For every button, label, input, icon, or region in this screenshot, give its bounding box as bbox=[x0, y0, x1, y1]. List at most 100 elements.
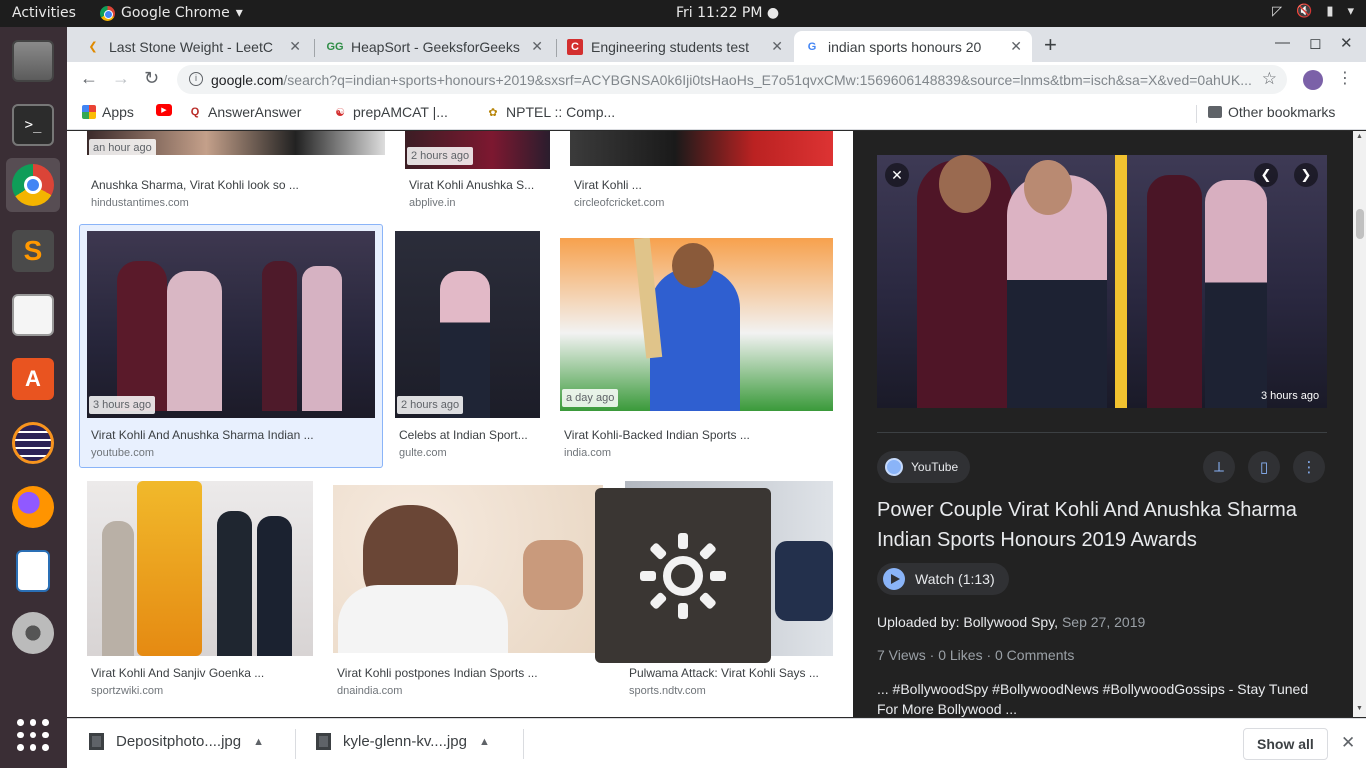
result-domain: circleofcricket.com bbox=[574, 197, 665, 209]
launcher-firefox[interactable] bbox=[6, 480, 60, 534]
chrome-icon bbox=[12, 164, 54, 206]
launcher-software-center[interactable]: A bbox=[6, 352, 60, 406]
bookmark-label: prepAMCAT |... bbox=[353, 104, 448, 120]
preview-image[interactable] bbox=[877, 155, 1327, 408]
geeksforgeeks-icon: GG bbox=[326, 40, 344, 53]
download-shelf: Depositphoto....jpg ▲ kyle-glenn-kv....j… bbox=[67, 718, 1366, 768]
activities-button[interactable]: Activities bbox=[12, 5, 76, 21]
result-caption[interactable]: Virat Kohli Anushka S... bbox=[409, 178, 534, 192]
bookmark-apps[interactable]: Apps bbox=[82, 104, 134, 120]
result-domain: dnaindia.com bbox=[337, 685, 403, 697]
result-caption[interactable]: Anushka Sharma, Virat Kohli look so ... bbox=[91, 178, 299, 192]
result-domain: abplive.in bbox=[409, 197, 456, 209]
launcher-show-apps[interactable] bbox=[6, 708, 60, 762]
bookmark-youtube[interactable]: ▶ bbox=[156, 104, 172, 116]
bookmark-nptel[interactable]: ✿ NPTEL :: Comp... bbox=[486, 104, 615, 120]
launcher-sublime[interactable]: S bbox=[6, 224, 60, 278]
share-button[interactable]: ⟂ bbox=[1203, 451, 1235, 483]
download-filename: Depositphoto....jpg bbox=[116, 733, 242, 750]
forward-button[interactable]: → bbox=[112, 68, 130, 89]
result-caption[interactable]: Virat Kohli And Sanjiv Goenka ... bbox=[91, 666, 264, 680]
minimize-button[interactable]: — bbox=[1275, 34, 1290, 51]
profile-avatar[interactable] bbox=[1303, 70, 1323, 90]
launcher-chrome[interactable] bbox=[6, 158, 60, 212]
chevron-up-icon[interactable]: ▲ bbox=[253, 736, 264, 748]
back-button[interactable]: ← bbox=[80, 68, 98, 89]
show-all-button[interactable]: Show all bbox=[1243, 728, 1328, 760]
close-window-button[interactable]: ✕ bbox=[1340, 34, 1353, 52]
chrome-menu-button[interactable]: ⋮ bbox=[1337, 68, 1353, 88]
download-item[interactable]: kyle-glenn-kv....jpg ▲ bbox=[316, 733, 490, 750]
url-path: /search?q=indian+sports+honours+2019&sxs… bbox=[283, 71, 1252, 88]
app-menu[interactable]: Google Chrome ▾ bbox=[100, 5, 243, 21]
firefox-icon bbox=[12, 486, 54, 528]
result-image[interactable] bbox=[333, 485, 603, 653]
time-badge: a day ago bbox=[562, 389, 619, 407]
close-icon[interactable]: ✕ bbox=[771, 38, 783, 55]
launcher-files[interactable] bbox=[6, 34, 60, 88]
eclipse-icon bbox=[12, 422, 54, 464]
result-domain: hindustantimes.com bbox=[91, 197, 189, 209]
uploaded-by: Uploaded by: Bollywood Spy, bbox=[877, 614, 1059, 630]
result-caption[interactable]: Celebs at Indian Sport... bbox=[399, 428, 528, 442]
close-download-shelf-button[interactable]: ✕ bbox=[1341, 733, 1355, 753]
result-image[interactable]: an hour ago bbox=[87, 131, 385, 155]
result-image[interactable] bbox=[570, 131, 833, 166]
tab-leetcode[interactable]: ❮ Last Stone Weight - LeetC ✕ bbox=[75, 31, 311, 62]
bookmark-prepamcat[interactable]: ☯ prepAMCAT |... bbox=[333, 104, 448, 120]
result-image[interactable]: a day ago bbox=[560, 238, 833, 411]
save-bookmark-button[interactable]: ▯ bbox=[1248, 451, 1280, 483]
new-tab-button[interactable]: + bbox=[1044, 32, 1057, 58]
result-image[interactable]: 3 hours ago bbox=[87, 231, 375, 418]
result-image[interactable]: 2 hours ago bbox=[405, 131, 550, 169]
other-bookmarks[interactable]: Other bookmarks bbox=[1208, 104, 1335, 120]
launcher-writer[interactable] bbox=[6, 544, 60, 598]
info-icon[interactable]: i bbox=[189, 72, 203, 86]
clock[interactable]: Fri 11:22 PM ● bbox=[676, 5, 779, 21]
close-icon[interactable]: ✕ bbox=[289, 38, 301, 55]
amcat-icon: ☯ bbox=[335, 106, 345, 119]
system-tray[interactable]: ◸ 🔇 ▮ ▾ bbox=[1272, 4, 1354, 19]
other-bookmarks-label: Other bookmarks bbox=[1228, 104, 1336, 120]
address-bar[interactable]: i google.com/search?q=indian+sports+hono… bbox=[177, 65, 1287, 94]
tab-title: HeapSort - GeeksforGeeks bbox=[351, 38, 520, 55]
maximize-button[interactable]: ◻ bbox=[1309, 34, 1321, 52]
brightness-osd bbox=[595, 488, 771, 663]
source-chip[interactable]: YouTube bbox=[877, 451, 971, 483]
result-caption[interactable]: Pulwama Attack: Virat Kohli Says ... bbox=[629, 666, 819, 680]
tab-geeksforgeeks[interactable]: GG HeapSort - GeeksforGeeks ✕ bbox=[317, 31, 553, 62]
bookmark-answeranswer[interactable]: Q AnswerAnswer bbox=[188, 104, 302, 120]
result-caption[interactable]: Virat Kohli postpones Indian Sports ... bbox=[337, 666, 538, 680]
next-image-button[interactable]: ❯ bbox=[1294, 163, 1318, 187]
youtube-icon: ▶ bbox=[156, 104, 172, 116]
result-domain: india.com bbox=[564, 447, 612, 459]
launcher-terminal[interactable]: >_ bbox=[6, 98, 60, 152]
play-icon bbox=[883, 568, 905, 590]
nptel-icon: ✿ bbox=[488, 106, 498, 119]
result-image[interactable]: 2 hours ago bbox=[395, 231, 540, 418]
wifi-icon: ◸ bbox=[1272, 4, 1283, 19]
close-preview-button[interactable]: ✕ bbox=[885, 163, 909, 187]
result-caption[interactable]: Virat Kohli ... bbox=[574, 178, 642, 192]
panel-scrollbar[interactable]: ▲ ▼ bbox=[1353, 131, 1366, 717]
download-item[interactable]: Depositphoto....jpg ▲ bbox=[89, 733, 264, 750]
more-options-button[interactable]: ⋮ bbox=[1293, 451, 1325, 483]
result-image[interactable] bbox=[87, 481, 313, 656]
close-icon[interactable]: ✕ bbox=[531, 38, 543, 55]
result-caption[interactable]: Virat Kohli-Backed Indian Sports ... bbox=[564, 428, 750, 442]
close-icon[interactable]: ✕ bbox=[1010, 38, 1022, 55]
bookmark-star-icon[interactable]: ☆ bbox=[1262, 69, 1277, 89]
launcher-text-editor[interactable] bbox=[6, 288, 60, 342]
watch-button[interactable]: Watch (1:13) bbox=[877, 563, 1009, 595]
source-label: YouTube bbox=[911, 460, 959, 474]
launcher-eclipse[interactable] bbox=[6, 416, 60, 470]
result-caption[interactable]: Virat Kohli And Anushka Sharma Indian ..… bbox=[91, 428, 314, 442]
preview-title[interactable]: Power Couple Virat Kohli And Anushka Sha… bbox=[877, 495, 1327, 555]
tab-engineering-students[interactable]: C Engineering students test ✕ bbox=[557, 31, 793, 62]
tab-google-images[interactable]: G indian sports honours 20 ✕ bbox=[794, 31, 1032, 62]
launcher-settings[interactable] bbox=[6, 606, 60, 660]
reload-button[interactable]: ↻ bbox=[144, 68, 159, 89]
previous-image-button[interactable]: ❮ bbox=[1254, 163, 1278, 187]
chevron-up-icon[interactable]: ▲ bbox=[479, 736, 490, 748]
tab-strip: ❮ Last Stone Weight - LeetC ✕ GG HeapSor… bbox=[67, 27, 1366, 62]
